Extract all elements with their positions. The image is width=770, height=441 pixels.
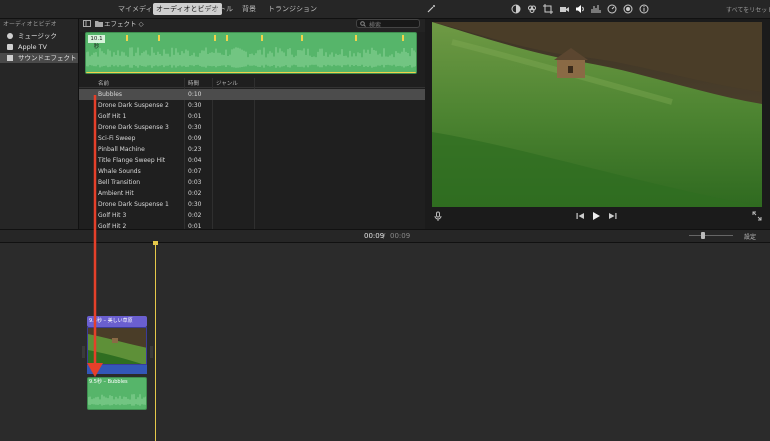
sound-duration: 0:01: [188, 113, 202, 120]
music-icon: [7, 33, 13, 39]
current-timecode: 00:09: [364, 232, 385, 240]
sound-duration: 0:30: [188, 124, 202, 131]
total-timecode: 00:09: [390, 232, 411, 240]
stabilization-icon[interactable]: [559, 4, 569, 14]
list-item[interactable]: Whale Sounds 0:07: [79, 166, 425, 177]
waveform-graphic: [86, 35, 416, 73]
zoom-slider-knob[interactable]: [701, 232, 705, 239]
top-tab-bar: [0, 0, 770, 19]
waveform-path: [88, 394, 146, 406]
sidebar-item-music[interactable]: ミュージック: [0, 31, 78, 41]
list-item[interactable]: Ambient Hit 0:02: [79, 188, 425, 199]
sound-name: Drone Dark Suspense 1: [98, 201, 169, 208]
sound-duration: 0:04: [188, 157, 202, 164]
playhead[interactable]: [155, 243, 156, 441]
timeline-settings-button[interactable]: 設定: [744, 232, 756, 241]
crop-icon[interactable]: [543, 4, 553, 14]
speaker-icon: [7, 55, 13, 61]
column-header-duration[interactable]: 時間: [188, 79, 199, 87]
skip-forward-icon[interactable]: [608, 211, 618, 221]
search-placeholder: 検索: [369, 22, 382, 29]
list-item[interactable]: Bubbles 0:10: [79, 89, 425, 100]
tab-transitions[interactable]: トランジション: [268, 4, 317, 14]
speed-icon[interactable]: [607, 4, 617, 14]
sidebar-item-sound-effects[interactable]: サウンドエフェクト: [0, 53, 78, 63]
sound-name: Drone Dark Suspense 2: [98, 102, 169, 109]
search-icon: [360, 21, 366, 27]
list-item[interactable]: Golf Hit 3 0:02: [79, 210, 425, 221]
list-item[interactable]: Drone Dark Suspense 3 0:30: [79, 122, 425, 133]
sound-duration: 0:30: [188, 201, 202, 208]
tab-titles[interactable]: タイトル: [205, 4, 233, 14]
magic-wand-icon[interactable]: [426, 4, 436, 14]
folder-selector[interactable]: エフェクト ◇: [104, 18, 144, 28]
preview-duration-badge: 10.1秒: [88, 35, 105, 50]
audio-preview-waveform[interactable]: [85, 32, 417, 74]
filter-icon[interactable]: [623, 4, 633, 14]
drag-arrow-annotation: [87, 95, 103, 377]
video-preview[interactable]: [432, 22, 762, 207]
marker: [402, 35, 404, 41]
list-item[interactable]: Sci-Fi Sweep 0:09: [79, 133, 425, 144]
list-item[interactable]: Drone Dark Suspense 2 0:30: [79, 100, 425, 111]
play-icon[interactable]: [591, 211, 601, 221]
folder-icon: [95, 21, 103, 27]
sound-duration: 0:23: [188, 146, 202, 153]
color-balance-icon[interactable]: [511, 4, 521, 14]
sound-duration: 0:30: [188, 102, 202, 109]
preview-frame-image: [432, 22, 762, 207]
color-correction-icon[interactable]: [527, 4, 537, 14]
list-item[interactable]: Golf Hit 1 0:01: [79, 111, 425, 122]
sound-name: Drone Dark Suspense 3: [98, 124, 169, 131]
sidebar-item-label: ミュージック: [18, 32, 57, 40]
timecode-separator: /: [383, 232, 386, 240]
marker: [226, 35, 228, 41]
noise-reduction-icon[interactable]: [591, 4, 601, 14]
tab-backgrounds[interactable]: 背景: [242, 4, 256, 14]
voiceover-mic-icon[interactable]: [433, 211, 443, 221]
list-item[interactable]: Bell Transition 0:03: [79, 177, 425, 188]
sidebar-section-title: オーディオとビデオ: [3, 21, 57, 28]
marker: [214, 35, 216, 41]
sidebar-toggle-icon[interactable]: [83, 20, 91, 27]
marker: [126, 35, 128, 41]
sound-duration: 0:10: [188, 91, 202, 98]
skip-back-icon[interactable]: [575, 211, 585, 221]
sound-duration: 0:09: [188, 135, 202, 142]
list-item[interactable]: Pinball Machine 0:23: [79, 144, 425, 155]
sound-duration: 0:07: [188, 168, 202, 175]
info-icon[interactable]: [639, 4, 649, 14]
marker: [301, 35, 303, 41]
list-item[interactable]: Title Flange Sweep Hit 0:04: [79, 155, 425, 166]
clip-trim-handle-right[interactable]: [150, 346, 153, 358]
sound-duration: 0:03: [188, 179, 202, 186]
list-item[interactable]: Drone Dark Suspense 1 0:30: [79, 199, 425, 210]
playhead-handle[interactable]: [153, 241, 158, 245]
column-header-name[interactable]: 名前: [98, 79, 109, 87]
sidebar-item-apple-tv[interactable]: Apple TV: [0, 42, 78, 52]
sound-name: Title Flange Sweep Hit: [98, 157, 166, 164]
sidebar-item-label: Apple TV: [18, 43, 47, 51]
list-header: [79, 78, 425, 88]
sound-duration: 0:02: [188, 190, 202, 197]
reset-all-button[interactable]: すべてをリセット: [726, 5, 770, 14]
marker: [158, 35, 160, 41]
zoom-slider-track[interactable]: [689, 235, 733, 236]
tv-icon: [7, 44, 13, 50]
fullscreen-icon[interactable]: [752, 211, 762, 221]
marker: [355, 35, 357, 41]
selection-range: [86, 72, 416, 73]
marker: [261, 35, 263, 41]
column-header-genre[interactable]: ジャンル: [216, 79, 238, 87]
waveform-path: [86, 47, 416, 68]
volume-icon[interactable]: [575, 4, 585, 14]
sidebar-item-label: サウンドエフェクト: [18, 54, 77, 62]
sound-duration: 0:02: [188, 212, 202, 219]
